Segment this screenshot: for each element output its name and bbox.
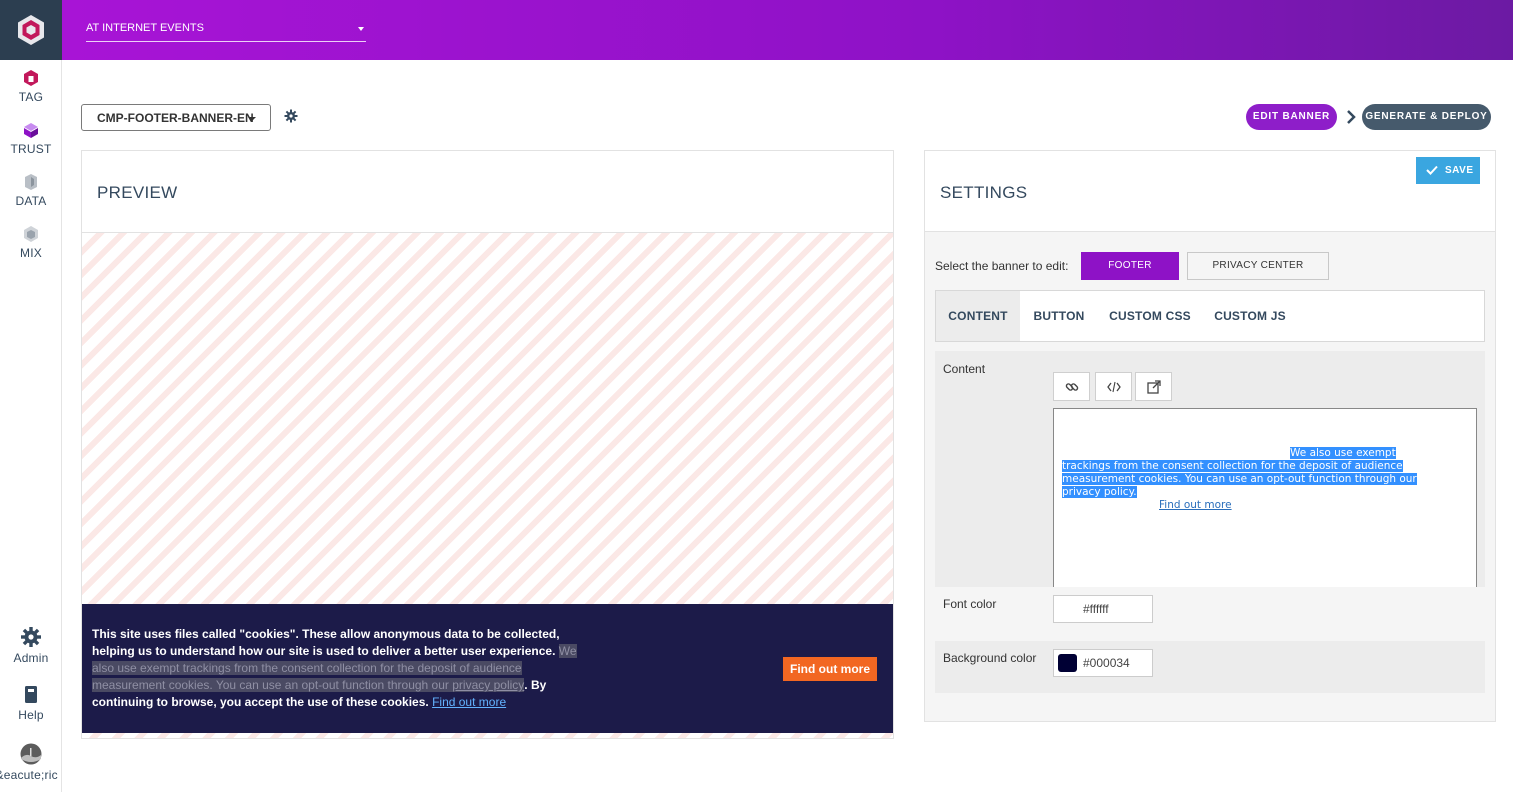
sidebar-item-label: MIX	[20, 246, 42, 260]
tab-content[interactable]: CONTENT	[936, 291, 1020, 341]
check-icon	[1426, 165, 1438, 175]
chevron-right-icon	[1347, 110, 1356, 124]
logo-icon	[18, 15, 44, 45]
insert-link-button[interactable]	[1053, 372, 1090, 401]
content-label: Content	[943, 362, 986, 376]
settings-title: SETTINGS	[940, 183, 1028, 202]
sidebar-item-user[interactable]: G&eacute;ric	[0, 743, 62, 782]
open-external-button[interactable]	[1135, 372, 1172, 401]
background-color-swatch[interactable]	[1058, 654, 1077, 672]
sidebar-item-tag[interactable]: TAG	[0, 69, 62, 104]
tab-custom-css[interactable]: CUSTOM CSS	[1098, 291, 1202, 341]
content-row: Content We also use exempt trackings fro…	[935, 351, 1485, 589]
sidebar-item-label: Help	[18, 708, 44, 722]
background-color-input[interactable]: #000034	[1053, 649, 1153, 677]
cookie-banner-preview: This site uses files called "cookies". T…	[82, 604, 893, 733]
font-color-row: Font color #ffffff	[935, 587, 1485, 639]
sidebar: TAG TRUST DATA MIX Admin Help eacute;ric	[0, 0, 62, 792]
sidebar-item-label: Admin	[13, 651, 49, 665]
banner-settings-gear-icon[interactable]	[284, 109, 298, 123]
preview-title: PREVIEW	[97, 183, 178, 202]
find-out-more-link[interactable]: Find out more	[432, 695, 506, 709]
sidebar-item-label: TRUST	[10, 142, 52, 156]
cookie-text: This site uses files called "cookies". T…	[92, 626, 592, 711]
top-bar: AT INTERNET EVENTS	[62, 0, 1513, 60]
user-name: G&eacute;ric	[0, 768, 58, 782]
tab-custom-js[interactable]: CUSTOM JS	[1202, 291, 1298, 341]
background-color-value: #000034	[1083, 656, 1130, 670]
select-banner-label: Select the banner to edit:	[935, 259, 1069, 273]
sidebar-item-mix[interactable]: MIX	[0, 225, 62, 260]
privacy-policy-link[interactable]: privacy policy	[452, 678, 524, 692]
gear-icon	[21, 627, 41, 647]
step-edit-banner[interactable]: EDIT BANNER	[1246, 104, 1337, 130]
find-out-more-button[interactable]: Find out more	[783, 657, 877, 681]
save-label: SAVE	[1445, 165, 1474, 176]
cookie-text-intro: This site uses files called "cookies". T…	[92, 627, 560, 658]
site-select[interactable]: AT INTERNET EVENTS	[86, 18, 366, 42]
external-link-icon	[1147, 380, 1161, 394]
sidebar-item-label: DATA	[15, 194, 47, 208]
avatar	[20, 743, 42, 765]
save-button[interactable]: SAVE	[1416, 157, 1480, 184]
tag-icon	[24, 70, 38, 86]
preview-area: This site uses files called "cookies". T…	[82, 232, 893, 738]
preview-panel: PREVIEW This site uses files called "coo…	[81, 150, 894, 739]
banner-option-privacy-center[interactable]: PRIVACY CENTER	[1187, 252, 1329, 280]
trust-icon	[24, 123, 38, 138]
banner-select[interactable]: CMP-FOOTER-BANNER-EN	[81, 104, 271, 131]
banner-option-footer[interactable]: FOOTER	[1081, 252, 1179, 280]
settings-panel: SETTINGS SAVE Select the banner to edit:…	[924, 150, 1496, 722]
font-color-input[interactable]: #ffffff	[1053, 595, 1153, 623]
chevron-down-icon	[358, 27, 364, 31]
sidebar-item-trust[interactable]: TRUST	[0, 121, 62, 156]
settings-tabs: CONTENT BUTTON CUSTOM CSS CUSTOM JS	[935, 290, 1485, 342]
site-select-value: AT INTERNET EVENTS	[86, 22, 204, 34]
font-color-value: #ffffff	[1083, 602, 1109, 616]
background-color-label: Background color	[943, 651, 1037, 665]
editor-find-out-more-link[interactable]: Find out more	[1159, 499, 1232, 512]
link-icon	[1065, 383, 1079, 391]
app-logo[interactable]	[0, 0, 62, 60]
editor-selected-text: We also use exempt trackings from the co…	[1062, 447, 1417, 498]
font-color-swatch[interactable]	[1058, 600, 1077, 618]
data-icon	[25, 174, 37, 190]
step-generate-deploy[interactable]: GENERATE & DEPLOY	[1362, 104, 1491, 130]
sidebar-item-data[interactable]: DATA	[0, 173, 62, 208]
source-code-button[interactable]	[1095, 372, 1132, 401]
sidebar-item-label: TAG	[18, 90, 44, 104]
book-icon	[25, 686, 37, 703]
editor-text: We also use exempt trackings from the co…	[1062, 447, 1442, 499]
content-editor[interactable]: We also use exempt trackings from the co…	[1053, 408, 1477, 589]
settings-header: SETTINGS SAVE	[925, 151, 1495, 232]
mix-icon	[24, 226, 38, 242]
background-color-row: Background color #000034	[935, 641, 1485, 693]
sidebar-item-help[interactable]: Help	[0, 685, 62, 722]
code-icon	[1107, 381, 1121, 393]
sidebar-item-admin[interactable]: Admin	[0, 626, 62, 665]
banner-select-value: CMP-FOOTER-BANNER-EN	[97, 111, 254, 125]
font-color-label: Font color	[943, 597, 997, 611]
chevron-down-icon	[248, 117, 256, 121]
tab-button[interactable]: BUTTON	[1020, 291, 1098, 341]
